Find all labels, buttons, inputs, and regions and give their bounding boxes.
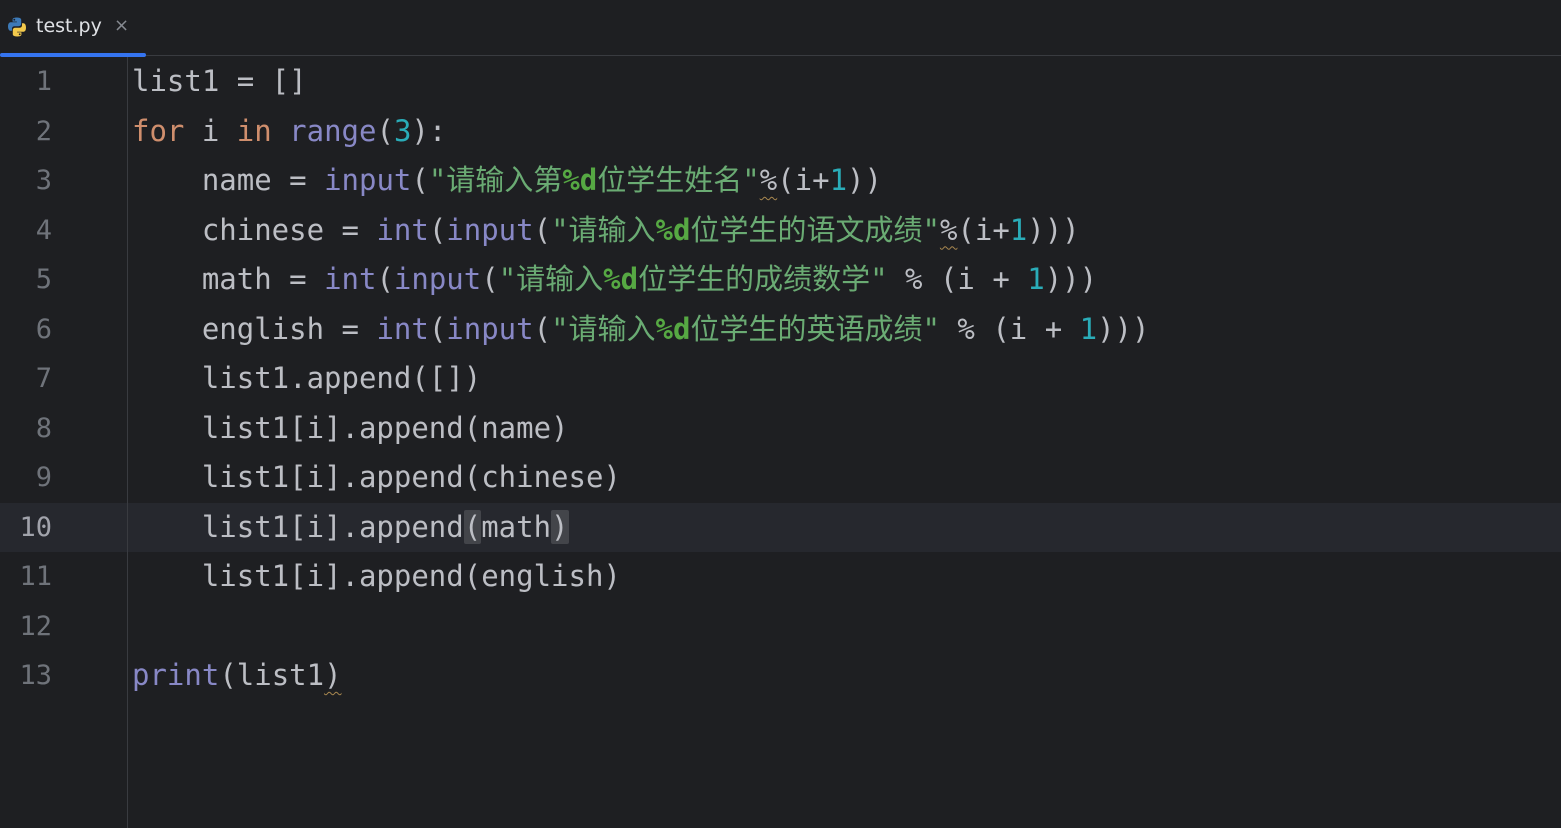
tab-test-py[interactable]: test.py × [0,0,146,57]
code-token: 位学生姓名" [597,163,760,197]
code-token: ( [376,113,394,148]
code-token: ( [463,509,482,544]
code-token: in [236,113,272,148]
line-number: 13 [19,660,52,691]
line-number-gutter: 1 2 3 4 5 6 7 8 9 10 11 12 13 [0,57,128,828]
line-number: 4 [35,214,52,246]
code-token: list1[i].append [132,509,464,544]
line-number: 10 [19,511,52,543]
close-icon[interactable]: × [114,14,129,38]
code-token: list1[i].append(english) [132,559,621,593]
code-token: math = [132,262,325,296]
code-token: 1 [829,163,848,197]
code-line[interactable]: list1[i].append(chinese) [132,453,621,503]
code-token: "请输入第 [428,163,563,197]
code-token: ( [428,311,447,346]
code-token: int [376,212,429,247]
python-file-icon [8,17,26,37]
code-token: 1 [1027,262,1045,296]
code-token: 3 [393,113,412,148]
code-token: ( [411,163,429,197]
code-token: %d [603,262,639,296]
code-line[interactable]: name = input("请输入第%d位学生姓名"%(i+1)) [132,156,882,206]
code-token: ) [324,658,342,692]
code-token: (i+ [957,212,1010,247]
code-line[interactable]: math = int(input("请输入%d位学生的成绩数学" % (i + … [132,255,1097,305]
code-token: ( [376,262,394,296]
code-token: 位学生的英语成绩" [690,311,940,346]
code-token: % [759,163,778,197]
code-line[interactable]: list1[i].append(english) [132,552,621,602]
code-token: ) [551,509,569,544]
code-token: range [289,113,377,148]
code-token: list1[i].append(name) [132,410,569,445]
line-number: 11 [19,561,52,592]
code-token: math [481,509,552,544]
code-token: ): [411,113,447,148]
ide-window: test.py × 1 2 3 4 5 6 7 8 9 10 11 12 13 list1 = [] fo… [0,0,1561,828]
code-token: 位学生的语文成绩" [690,212,940,247]
code-editor[interactable]: 1 2 3 4 5 6 7 8 9 10 11 12 13 list1 = [] for i in ran… [0,57,1561,828]
code-token: ))) [1097,311,1150,346]
code-token: % [939,212,958,247]
code-token: "请输入 [551,212,656,247]
code-line[interactable]: list1[i].append(name) [132,404,569,454]
code-token: ( [533,311,552,346]
code-token: 1 [1079,311,1098,346]
code-token: "请输入 [551,311,656,346]
code-token: ( [481,262,499,296]
line-number: 5 [35,264,52,295]
code-line[interactable]: chinese = int(input("请输入%d位学生的语文成绩"%(i+1… [132,206,1080,256]
code-line[interactable]: print(list1) [132,651,342,701]
code-token: %d [655,212,691,247]
line-number: 2 [35,115,52,147]
code-token: % (i + [887,262,1028,296]
code-token: % (i + [939,311,1080,346]
code-token: print [132,658,220,692]
code-token: ))) [1044,262,1098,296]
code-area[interactable]: list1 = [] for i in range(3): name = inpu… [132,57,1552,828]
line-number: 3 [35,165,52,196]
code-token: list1[i].append(chinese) [132,460,621,494]
code-token: input [324,163,412,197]
code-token: list1 = [] [132,64,307,98]
code-token: list1.append([]) [132,361,482,395]
line-number: 9 [35,462,52,493]
code-token: (i+ [777,163,830,197]
code-token: %d [655,311,691,346]
code-token: (list1 [219,658,325,692]
code-line[interactable]: for i in range(3): [132,107,446,157]
code-token: i [184,113,237,148]
line-number: 6 [35,313,52,345]
line-number: 7 [35,363,52,394]
code-token: int [324,262,377,296]
code-token: chinese = [132,212,377,247]
code-line[interactable]: english = int(input("请输入%d位学生的英语成绩" % (i… [132,305,1150,355]
code-token: input [446,212,534,247]
code-token: english = [132,311,377,346]
code-token: 1 [1009,212,1028,247]
code-token: ))) [1027,212,1080,247]
code-token: "请输入 [498,262,604,296]
tab-title: test.py [36,15,102,37]
code-token: %d [562,163,598,197]
code-token: 位学生的成绩数学" [638,262,888,296]
code-token: int [376,311,429,346]
line-number: 1 [35,66,52,97]
line-number: 12 [19,610,52,642]
code-token: for [132,113,185,148]
code-token: ( [428,212,447,247]
code-line[interactable]: list1.append([]) [132,354,481,404]
code-token: name = [132,163,325,197]
code-line[interactable]: list1 = [] [132,57,307,107]
code-token: )) [847,163,882,197]
code-line[interactable]: list1[i].append(math) [132,503,569,553]
code-token: ( [533,212,552,247]
code-token: input [446,311,534,346]
code-token: input [393,262,482,296]
line-number: 8 [35,412,52,444]
editor-tab-bar: test.py × [0,0,1561,57]
